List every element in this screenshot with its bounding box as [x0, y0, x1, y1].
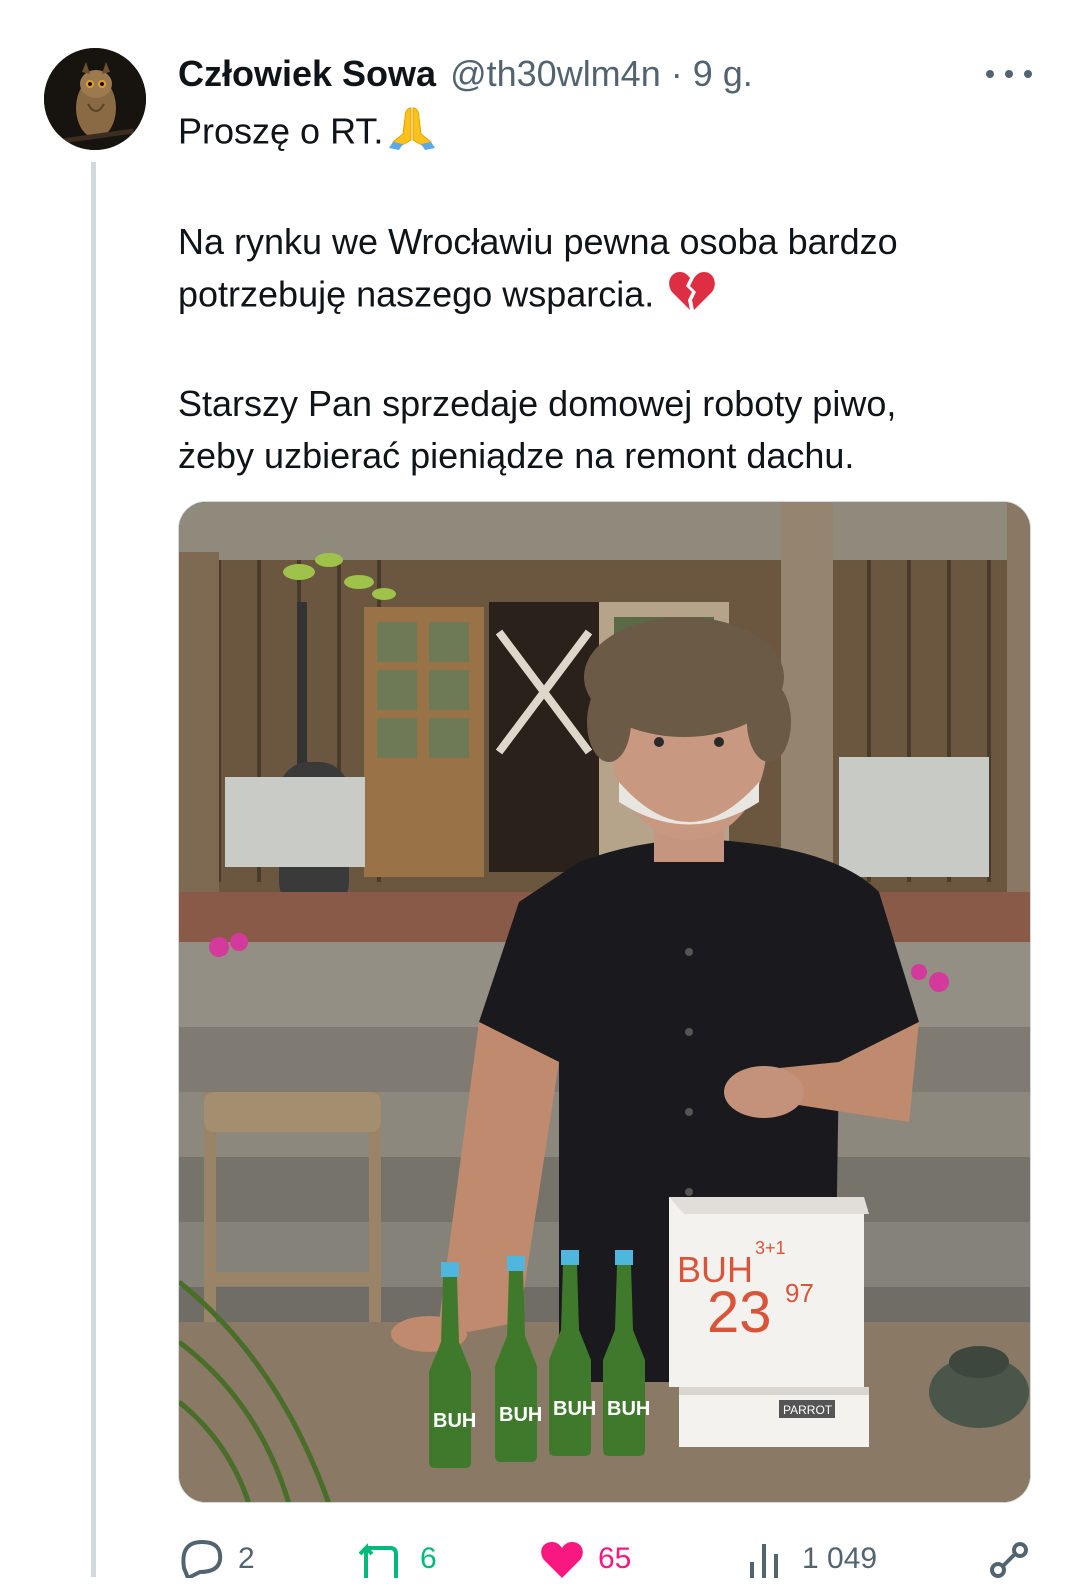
retweet-icon — [356, 1538, 406, 1586]
bottle-label: BUH — [607, 1398, 650, 1420]
tweet-line-1: Proszę o RT. — [178, 104, 1038, 164]
box-label-3plus1: 3+1 — [755, 1238, 786, 1258]
box-price: 23 — [707, 1280, 772, 1345]
tweet-actions: 2 6 65 1 049 — [178, 1538, 1038, 1581]
avatar[interactable] — [44, 48, 146, 150]
tweet-text-line: Na rynku we Wrocławiu pewna osoba bardzo — [178, 221, 898, 262]
author-display-name[interactable]: Człowiek Sowa — [178, 53, 436, 95]
views-count: 1 049 — [802, 1542, 878, 1575]
like-button[interactable]: 65 — [540, 1538, 631, 1586]
more-options-icon[interactable] — [986, 60, 1032, 88]
box-price-cents: 97 — [785, 1278, 814, 1308]
paper-box-brand: PARROT — [783, 1403, 833, 1417]
tweet-text: Proszę o RT. Na rynku we Wrocławiu pewna… — [178, 104, 1038, 482]
tweet-line-3: potrzebuję naszego wsparcia. — [178, 268, 1038, 326]
owl-avatar-image — [44, 48, 146, 150]
header-separator: · — [670, 53, 683, 94]
tweet-timestamp[interactable]: 9 g. — [693, 53, 753, 95]
reply-icon — [178, 1538, 224, 1586]
tweet-text-line: żeby uzbierać pieniądze na remont dachu. — [178, 435, 855, 476]
tweet-line-5: żeby uzbierać pieniądze na remont dachu. — [178, 430, 1038, 482]
tweet-header: Człowiek Sowa @th30wlm4n · 9 g. — [178, 52, 753, 96]
bottle-label: BUH — [433, 1410, 476, 1432]
author-handle[interactable]: @th30wlm4n — [450, 53, 661, 95]
reply-count: 2 — [238, 1542, 255, 1575]
share-button[interactable] — [988, 1538, 1032, 1586]
tweet-line-2: Na rynku we Wrocławiu pewna osoba bardzo — [178, 216, 1038, 268]
broken-heart-icon — [668, 268, 716, 326]
folded-hands-icon — [387, 104, 437, 164]
views-icon — [744, 1538, 788, 1586]
retweet-count: 6 — [420, 1542, 437, 1575]
tweet-line-4: Starszy Pan sprzedaje domowej roboty piw… — [178, 378, 1038, 430]
photo-scene: BUH 3+1 23 97 PARROT BUH BUH BUH BUH — [179, 502, 1030, 1502]
views-button[interactable]: 1 049 — [744, 1538, 877, 1586]
retweet-button[interactable]: 6 — [356, 1538, 437, 1586]
thread-line — [91, 162, 96, 1577]
reply-button[interactable]: 2 — [178, 1538, 255, 1586]
bottle-label: BUH — [499, 1404, 542, 1426]
share-icon — [988, 1538, 1032, 1586]
tweet-text-line: Starszy Pan sprzedaje domowej roboty piw… — [178, 383, 897, 424]
bottle-label: BUH — [553, 1398, 596, 1420]
tweet-text-line: Proszę o RT. — [178, 110, 384, 152]
like-count: 65 — [598, 1542, 632, 1575]
tweet-media-photo[interactable]: BUH 3+1 23 97 PARROT BUH BUH BUH BUH — [178, 501, 1031, 1503]
tweet-text-line: potrzebuję naszego wsparcia. — [178, 273, 655, 315]
heart-icon — [540, 1538, 584, 1586]
